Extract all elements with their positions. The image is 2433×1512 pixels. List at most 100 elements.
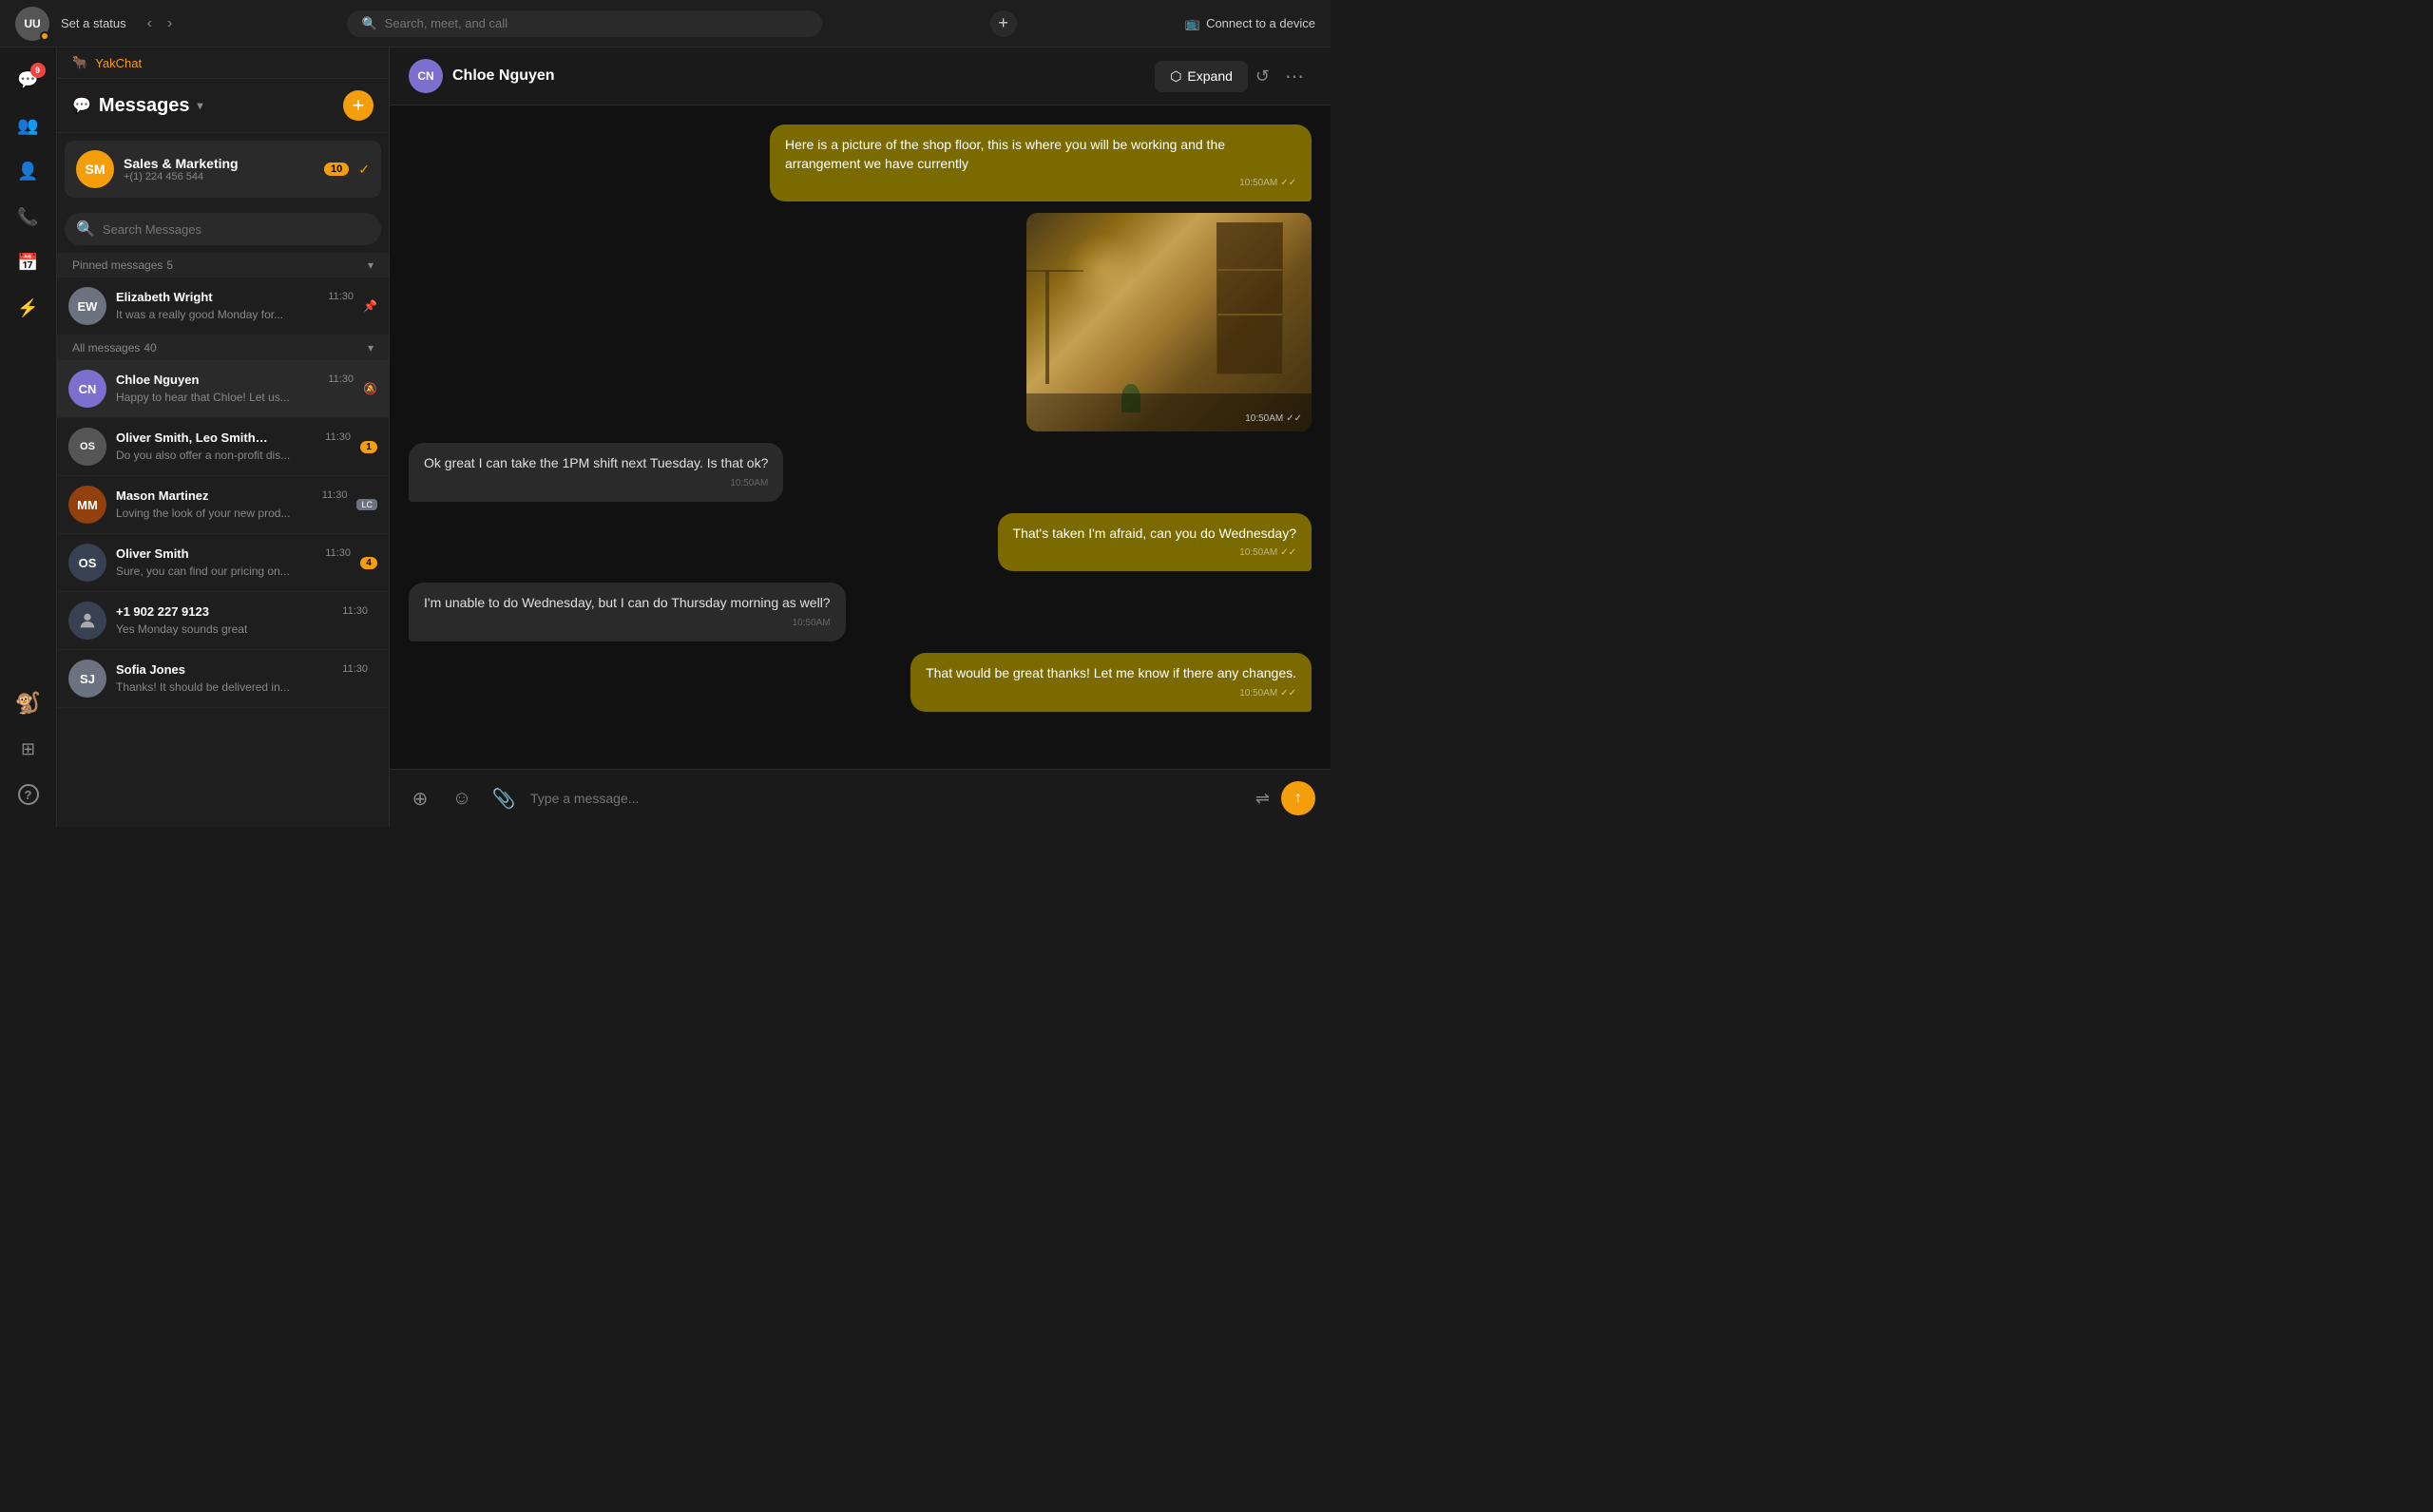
chat-contact-avatar: CN: [409, 59, 443, 93]
messages-header: 💬 Messages ▾ +: [57, 79, 389, 133]
msg-time: 11:30: [328, 291, 354, 302]
msg-content: Oliver Smith 11:30 Sure, you can find ou…: [116, 546, 351, 580]
msg-preview: Do you also offer a non-profit dis...: [116, 449, 290, 462]
user-avatar[interactable]: UU: [15, 7, 49, 41]
sidebar-item-apps[interactable]: ⊞: [8, 728, 49, 770]
msg-time: 11:30: [342, 663, 368, 675]
message-time: 10:50AM: [424, 617, 831, 630]
message-bubble: That's taken I'm afraid, can you do Wedn…: [998, 513, 1312, 572]
msg-name: Oliver Smith, Leo Smith, Hect...: [116, 431, 268, 445]
mute-icon: 🔕: [363, 382, 377, 395]
search-messages-icon: 🔍: [76, 220, 95, 239]
forward-button[interactable]: ›: [162, 13, 178, 34]
image-time: 10:50AM ✓✓: [1245, 413, 1302, 424]
add-attachment-button[interactable]: ⊕: [405, 783, 435, 813]
pinned-chevron-icon: ▾: [368, 258, 374, 272]
add-message-button[interactable]: +: [343, 90, 374, 121]
list-item[interactable]: EW Elizabeth Wright 11:30 It was a reall…: [57, 278, 389, 335]
connect-icon: 📺: [1185, 16, 1200, 31]
msg-preview: Happy to hear that Chloe! Let us...: [116, 391, 290, 404]
add-tab-button[interactable]: +: [990, 10, 1017, 37]
active-conv-check: ✓: [358, 162, 370, 178]
message-time: 10:50AM: [424, 477, 768, 490]
msg-content: Elizabeth Wright 11:30 It was a really g…: [116, 290, 354, 323]
translate-button[interactable]: ⇌: [1255, 789, 1270, 809]
chat-header: CN Chloe Nguyen ⬡ Expand ↺ ⋯: [390, 48, 1331, 105]
sidebar-item-user-avatar[interactable]: 🐒: [8, 682, 49, 724]
msg-avatar: SJ: [68, 660, 106, 698]
connect-device-button[interactable]: 📺 Connect to a device: [1185, 16, 1315, 31]
active-conv-info: Sales & Marketing +(1) 224 456 544: [124, 156, 315, 182]
msg-time: 11:30: [325, 431, 351, 443]
unread-badge: 4: [360, 557, 377, 569]
active-conv-avatar: SM: [76, 150, 114, 188]
msg-content: +1 902 227 9123 11:30 Yes Monday sounds …: [116, 604, 368, 638]
message-row: Ok great I can take the 1PM shift next T…: [409, 443, 1312, 502]
list-item[interactable]: SJ Sofia Jones 11:30 Thanks! It should b…: [57, 650, 389, 708]
file-button[interactable]: 📎: [489, 783, 519, 813]
search-icon: 🔍: [362, 16, 377, 31]
message-row: 10:50AM ✓✓: [409, 213, 1312, 431]
msg-time: 11:30: [325, 547, 351, 559]
pinned-section-header[interactable]: Pinned messages 5 ▾: [57, 253, 389, 278]
list-item[interactable]: MM Mason Martinez 11:30 Loving the look …: [57, 476, 389, 534]
message-bubble: Ok great I can take the 1PM shift next T…: [409, 443, 783, 502]
msg-preview: Loving the look of your new prod...: [116, 507, 290, 520]
yakchat-label: YakChat: [95, 56, 142, 70]
more-options-button[interactable]: ⋯: [1277, 61, 1312, 92]
msg-name: Sofia Jones: [116, 662, 185, 677]
yakchat-icon: 🐂: [72, 55, 87, 70]
chat-contact-name: Chloe Nguyen: [452, 67, 555, 85]
msg-time: 11:30: [342, 605, 368, 617]
all-chevron-icon: ▾: [368, 341, 374, 354]
msg-name: Oliver Smith: [116, 546, 189, 561]
list-item[interactable]: OS Oliver Smith, Leo Smith, Hect... 11:3…: [57, 418, 389, 476]
back-button[interactable]: ‹: [142, 13, 158, 34]
dropdown-arrow-icon[interactable]: ▾: [198, 99, 203, 112]
send-button[interactable]: ↑: [1281, 781, 1315, 815]
message-row: I'm unable to do Wednesday, but I can do…: [409, 583, 1312, 641]
all-section-header[interactable]: All messages 40 ▾: [57, 335, 389, 360]
sidebar-item-profile[interactable]: 👤: [8, 150, 49, 192]
sidebar-item-contacts[interactable]: 👥: [8, 105, 49, 146]
msg-time: 11:30: [322, 489, 348, 501]
message-row: That's taken I'm afraid, can you do Wedn…: [409, 513, 1312, 572]
main-layout: 💬 9 👥 👤 📞 📅 ⚡ 🐒 ⊞ ?: [0, 48, 1331, 827]
status-dot: [40, 31, 49, 41]
msg-preview: Thanks! It should be delivered in...: [116, 680, 290, 694]
sidebar-item-calendar[interactable]: 📅: [8, 241, 49, 283]
set-status[interactable]: Set a status: [61, 16, 126, 30]
nav-arrows: ‹ ›: [142, 13, 179, 34]
chat-input-bar: ⊕ ☺ 📎 ⇌ ↑: [390, 769, 1331, 827]
msg-content: Sofia Jones 11:30 Thanks! It should be d…: [116, 662, 368, 696]
history-button[interactable]: ↺: [1255, 61, 1270, 92]
list-item[interactable]: CN Chloe Nguyen 11:30 Happy to hear that…: [57, 360, 389, 418]
message-bubble: I'm unable to do Wednesday, but I can do…: [409, 583, 846, 641]
msg-name: +1 902 227 9123: [116, 604, 209, 619]
sidebar-item-calls[interactable]: 📞: [8, 196, 49, 238]
sidebar-item-help[interactable]: ?: [8, 774, 49, 815]
active-conv-name: Sales & Marketing: [124, 156, 315, 171]
chat-area: CN Chloe Nguyen ⬡ Expand ↺ ⋯ Here is a p…: [390, 48, 1331, 827]
msg-avatar: OS: [68, 428, 106, 466]
sidebar-item-chat[interactable]: 💬 9: [8, 59, 49, 101]
active-conv-phone: +(1) 224 456 544: [124, 171, 315, 182]
image-bubble: 10:50AM ✓✓: [1026, 213, 1312, 431]
search-messages: 🔍: [65, 213, 381, 245]
msg-preview: Sure, you can find our pricing on...: [116, 565, 290, 578]
search-input[interactable]: [385, 16, 807, 30]
list-item[interactable]: OS Oliver Smith 11:30 Sure, you can find…: [57, 534, 389, 592]
emoji-button[interactable]: ☺: [447, 783, 477, 813]
yakchat-brand: 🐂 YakChat: [57, 48, 389, 79]
msg-avatar: MM: [68, 486, 106, 524]
msg-avatar: CN: [68, 370, 106, 408]
msg-name: Elizabeth Wright: [116, 290, 213, 304]
message-input[interactable]: [530, 791, 1244, 806]
expand-button[interactable]: ⬡ Expand: [1155, 61, 1248, 92]
list-item[interactable]: +1 902 227 9123 11:30 Yes Monday sounds …: [57, 592, 389, 650]
sidebar-item-workflows[interactable]: ⚡: [8, 287, 49, 329]
active-conversation[interactable]: SM Sales & Marketing +(1) 224 456 544 10…: [65, 141, 381, 198]
msg-preview: Yes Monday sounds great: [116, 622, 247, 636]
messages-title: Messages ▾: [99, 95, 203, 117]
search-messages-input[interactable]: [103, 222, 370, 237]
